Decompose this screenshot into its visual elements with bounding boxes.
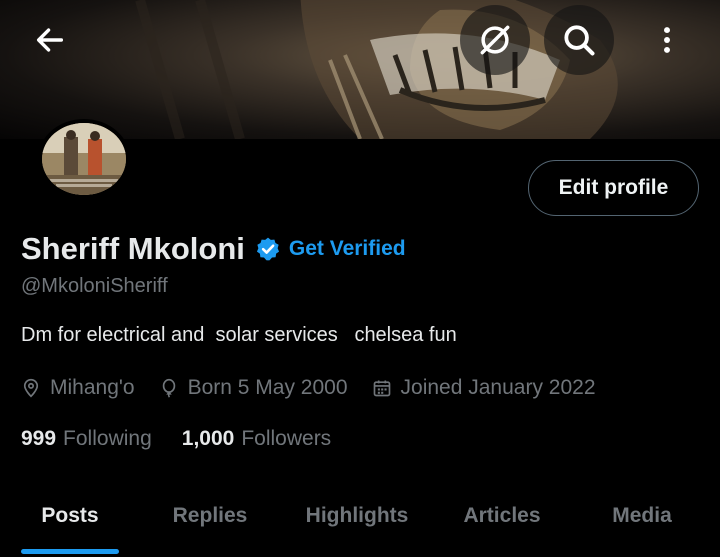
calendar-icon bbox=[373, 380, 390, 397]
bio-text: Dm for electrical and solar services che… bbox=[21, 324, 457, 346]
search-icon bbox=[564, 25, 595, 56]
followers-link[interactable]: 1,000 Followers bbox=[182, 427, 331, 451]
back-button[interactable] bbox=[15, 5, 85, 75]
display-name: Sheriff Mkoloni bbox=[21, 231, 245, 266]
verified-badge-icon bbox=[255, 236, 281, 262]
follow-stats: 999 Following 1,000 Followers bbox=[21, 425, 361, 453]
tab-articles[interactable]: Articles bbox=[434, 488, 570, 544]
tab-replies[interactable]: Replies bbox=[140, 488, 280, 544]
username-handle: @MkoloniSheriff bbox=[21, 275, 168, 297]
balloon-icon bbox=[162, 378, 175, 398]
tab-posts[interactable]: Posts bbox=[0, 488, 140, 544]
active-tab-indicator bbox=[21, 549, 119, 554]
grok-button[interactable] bbox=[460, 5, 530, 75]
name-row: Sheriff Mkoloni Get Verified bbox=[21, 228, 406, 270]
arrow-left-icon bbox=[36, 28, 64, 52]
profile-banner[interactable] bbox=[0, 0, 720, 139]
profile-meta: Mihang'o Born 5 May 2000 Joined January … bbox=[21, 374, 620, 402]
location-item: Mihang'o bbox=[21, 376, 135, 400]
edit-profile-button[interactable]: Edit profile bbox=[528, 160, 699, 216]
avatar-image bbox=[42, 123, 126, 195]
more-button[interactable] bbox=[632, 5, 702, 75]
avatar[interactable] bbox=[38, 119, 130, 199]
location-pin-icon bbox=[23, 378, 39, 398]
following-count: 999 bbox=[21, 427, 57, 450]
joined-item: Joined January 2022 bbox=[372, 376, 596, 400]
tab-highlights[interactable]: Highlights bbox=[280, 488, 434, 544]
tab-media[interactable]: Media bbox=[570, 488, 714, 544]
banner-image bbox=[135, 0, 618, 139]
search-button[interactable] bbox=[544, 5, 614, 75]
following-label: Following bbox=[63, 427, 152, 450]
more-vertical-icon bbox=[664, 27, 670, 53]
followers-label: Followers bbox=[241, 427, 332, 450]
birthday-text: Born 5 May 2000 bbox=[187, 376, 348, 399]
followers-count: 1,000 bbox=[181, 427, 235, 450]
profile-tabs: Posts Replies Highlights Articles Media bbox=[0, 488, 720, 557]
following-link[interactable]: 999 Following bbox=[21, 427, 152, 451]
location-text: Mihang'o bbox=[50, 376, 135, 399]
grok-icon bbox=[480, 25, 510, 55]
joined-text: Joined January 2022 bbox=[400, 376, 596, 399]
birthday-item: Born 5 May 2000 bbox=[159, 376, 348, 400]
get-verified-link[interactable]: Get Verified bbox=[289, 237, 406, 261]
